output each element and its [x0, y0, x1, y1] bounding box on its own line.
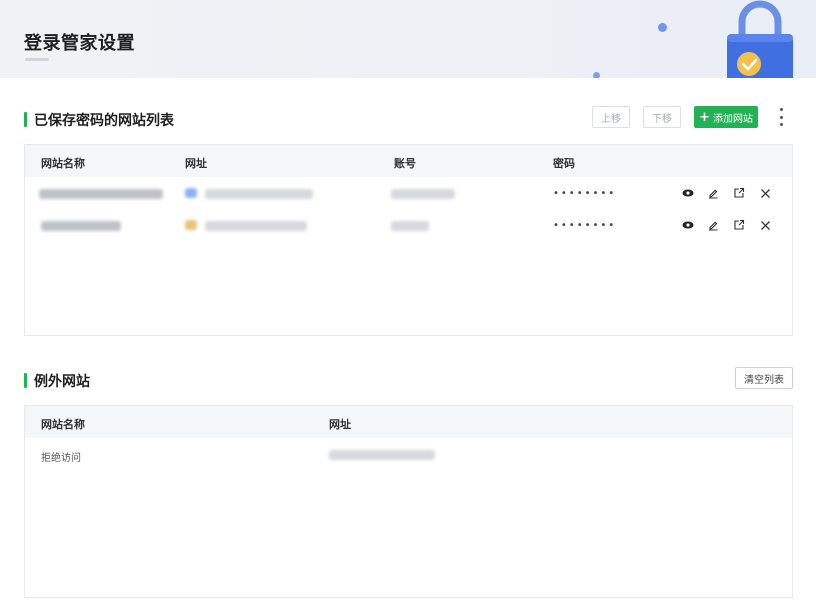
close-icon[interactable] — [758, 218, 772, 232]
exceptions-section-title: 例外网站 — [24, 371, 90, 391]
password-masked: •••••••• — [553, 188, 617, 199]
edit-icon[interactable] — [706, 186, 720, 200]
eye-icon[interactable] — [681, 186, 695, 200]
site-url-blurred — [205, 221, 307, 231]
exceptions-table: 网站名称 网址 拒绝访问 — [24, 405, 793, 598]
open-external-icon[interactable] — [732, 218, 746, 232]
more-options-icon[interactable] — [776, 108, 786, 126]
column-header-name: 网站名称 — [41, 157, 85, 170]
add-site-label: 添加网站 — [712, 113, 753, 125]
decor-dot — [593, 72, 600, 78]
exception-site-name: 拒绝访问 — [41, 453, 81, 464]
edit-icon[interactable] — [706, 218, 720, 232]
column-header-url: 网址 — [329, 418, 351, 431]
site-favicon — [185, 188, 197, 198]
exception-url-blurred — [329, 450, 435, 460]
eye-icon[interactable] — [681, 218, 695, 232]
close-icon[interactable] — [758, 186, 772, 200]
table-header: 网站名称 网址 账号 密码 — [25, 145, 792, 177]
column-header-account: 账号 — [394, 157, 416, 170]
site-url-blurred — [205, 189, 313, 199]
saved-sites-table: 网站名称 网址 账号 密码 •••••••• •••••••• — [24, 144, 793, 336]
open-external-icon[interactable] — [732, 186, 746, 200]
add-site-button[interactable]: + 添加网站 — [694, 106, 758, 128]
saved-section-title: 已保存密码的网站列表 — [24, 110, 174, 130]
column-header-url: 网址 — [185, 157, 207, 170]
site-name-blurred — [41, 221, 121, 231]
page-title: 登录管家设置 — [24, 33, 135, 54]
column-header-name: 网站名称 — [41, 418, 85, 431]
account-blurred — [391, 189, 455, 199]
account-blurred — [391, 221, 429, 231]
password-masked: •••••••• — [553, 220, 617, 231]
site-name-blurred — [39, 189, 163, 199]
plus-icon: + — [699, 109, 710, 125]
decor-dot — [658, 23, 667, 32]
site-favicon — [185, 220, 197, 230]
column-header-password: 密码 — [553, 157, 575, 170]
clear-list-button[interactable]: 清空列表 — [735, 367, 793, 389]
lock-illustration-icon — [727, 0, 793, 78]
page-header: 登录管家设置 — [0, 0, 816, 78]
table-header: 网站名称 网址 — [25, 406, 792, 438]
move-down-button[interactable]: 下移 — [643, 106, 681, 128]
move-up-button[interactable]: 上移 — [592, 106, 630, 128]
title-underline — [25, 58, 49, 61]
